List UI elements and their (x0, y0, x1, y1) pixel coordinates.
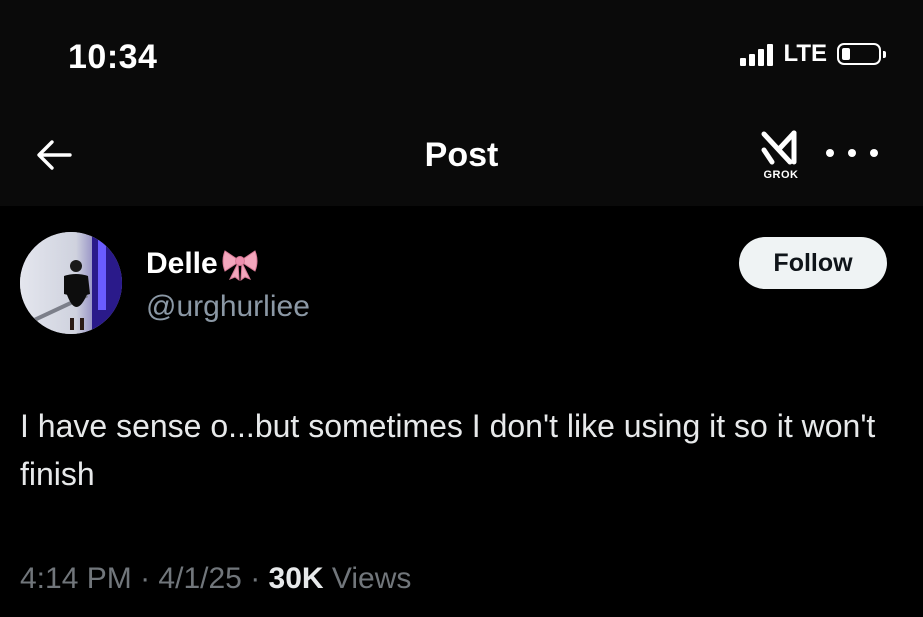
views-label: Views (331, 562, 412, 595)
battery-icon (837, 43, 886, 65)
author-name-text: Delle (146, 247, 218, 280)
views-count[interactable]: 30K (269, 562, 324, 595)
nav-bar: Post GROK (0, 110, 923, 206)
post-time[interactable]: 4:14 PM (20, 562, 132, 595)
grok-button[interactable]: GROK (756, 130, 806, 186)
post-screen: 10:34 LTE Post GROK Delle @urghurliee Fo… (0, 0, 923, 617)
status-indicators: LTE (740, 40, 886, 68)
status-time: 10:34 (68, 38, 158, 76)
author-display-name[interactable]: Delle (146, 247, 260, 281)
grok-icon (761, 130, 797, 165)
status-bar: 10:34 LTE (0, 0, 923, 110)
more-dot (826, 149, 834, 157)
post-date[interactable]: 4/1/25 (158, 562, 241, 595)
author-handle[interactable]: @urghurliee (146, 290, 310, 324)
post-text: I have sense o...but sometimes I don't l… (20, 408, 876, 492)
more-dot (848, 149, 856, 157)
grok-label: GROK (763, 169, 799, 181)
author-avatar[interactable] (20, 232, 122, 334)
follow-button[interactable]: Follow (739, 237, 887, 289)
more-dot (870, 149, 878, 157)
pink-bow-icon (222, 250, 258, 281)
post-metadata: 4:14 PM · 4/1/25 · 30K Views (20, 562, 411, 596)
signal-bars-icon (740, 42, 774, 66)
avatar-image (20, 232, 122, 334)
meta-separator: · (250, 562, 261, 595)
network-label: LTE (783, 40, 827, 67)
more-options-button[interactable] (826, 138, 878, 168)
meta-separator: · (140, 562, 151, 595)
